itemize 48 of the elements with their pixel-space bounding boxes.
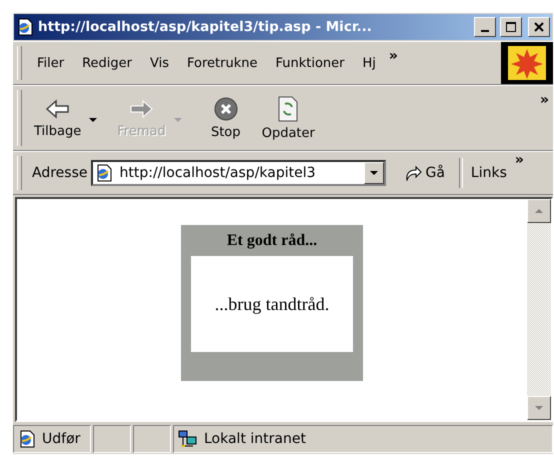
address-label: Adresse xyxy=(32,165,88,181)
scroll-down-button[interactable] xyxy=(527,396,551,420)
document-globe-icon xyxy=(95,164,114,182)
tip-text: ...brug tandtråd. xyxy=(191,256,353,352)
browser-icon xyxy=(16,18,34,36)
close-button[interactable] xyxy=(528,17,550,37)
dropdown-button[interactable] xyxy=(364,162,384,184)
menu-item[interactable]: Rediger xyxy=(73,56,142,70)
overflow-chevron[interactable]: » xyxy=(510,152,528,168)
starburst-icon xyxy=(508,46,546,80)
overflow-chevron[interactable]: » xyxy=(536,92,553,108)
down-arrow-icon xyxy=(535,406,543,410)
toolbar-button[interactable]: Tilbage xyxy=(28,86,112,150)
toolbar-button[interactable]: Stop xyxy=(196,86,256,150)
status-pane xyxy=(93,425,131,453)
caret-icon xyxy=(370,171,378,175)
caret-icon xyxy=(89,118,98,122)
arrow-right-icon xyxy=(128,98,154,120)
tip-title: Et godt råd... xyxy=(226,231,318,251)
menu-item[interactable]: Hj xyxy=(354,56,385,70)
address-field[interactable]: http://localhost/asp/kapitel3 xyxy=(91,160,386,186)
maximize-icon xyxy=(506,22,516,32)
menu-item[interactable]: Filer xyxy=(28,56,74,70)
menu-item[interactable]: Funktioner xyxy=(266,56,354,70)
menu-item[interactable]: Vis xyxy=(141,56,178,70)
window-title: http://localhost/asp/kapitel3/tip.asp - Micr... xyxy=(38,19,373,35)
close-icon xyxy=(534,22,544,32)
go-button[interactable]: Gå xyxy=(390,165,451,181)
page-icon xyxy=(18,430,36,448)
stop-icon xyxy=(214,96,238,120)
toolbar-button[interactable]: Opdater xyxy=(256,86,321,150)
minimize-icon xyxy=(481,30,489,32)
menu-item[interactable]: Foretrukne xyxy=(178,56,266,70)
refresh-page-icon xyxy=(277,96,300,122)
scrollbar[interactable] xyxy=(527,199,551,420)
scroll-up-button[interactable] xyxy=(527,199,551,223)
zone-text: Lokalt intranet xyxy=(204,431,306,447)
overflow-chevron[interactable]: » xyxy=(384,48,402,64)
curved-arrow-icon xyxy=(404,165,422,181)
links-button[interactable]: Links xyxy=(470,165,507,181)
up-arrow-icon xyxy=(535,209,543,213)
status-pane xyxy=(133,425,171,453)
status-text: Udfør xyxy=(42,431,80,447)
caret-icon xyxy=(174,118,182,122)
minimize-button[interactable] xyxy=(474,17,496,37)
arrow-left-icon xyxy=(44,98,71,120)
maximize-button[interactable] xyxy=(500,17,522,37)
network-computers-icon xyxy=(178,430,198,448)
